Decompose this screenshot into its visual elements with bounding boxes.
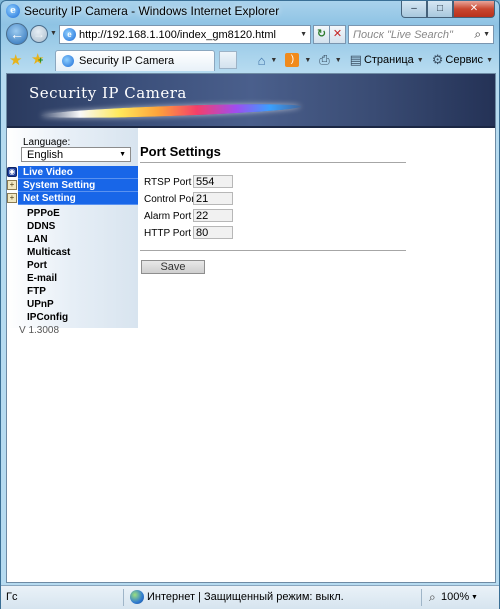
- language-value: English: [27, 148, 64, 161]
- url-dropdown-icon[interactable]: ▼: [300, 31, 307, 38]
- page-title: Port Settings: [140, 144, 221, 159]
- menu-live-video[interactable]: Live Video: [18, 166, 138, 179]
- tab-label: Security IP Camera: [79, 55, 175, 67]
- arrow-left-icon: ←: [10, 26, 24, 42]
- page-icon: ▤: [349, 52, 362, 67]
- tab-active[interactable]: Security IP Camera: [55, 50, 215, 71]
- nav-item-email[interactable]: E-mail: [27, 273, 57, 284]
- nav-item-pppoe[interactable]: PPPoE: [27, 208, 60, 219]
- brand-title: Security IP Camera: [29, 84, 187, 102]
- nav-item-port[interactable]: Port: [27, 260, 47, 271]
- http-port-input[interactable]: [193, 226, 233, 239]
- browser-window: e Security IP Camera - Windows Internet …: [0, 0, 500, 609]
- save-button[interactable]: Save: [141, 260, 205, 274]
- minimize-button[interactable]: –: [401, 1, 427, 18]
- refresh-button[interactable]: ↻: [313, 25, 330, 44]
- add-favorite-icon[interactable]: ★ +: [31, 50, 44, 68]
- address-field[interactable]: e http://192.168.1.100/index_gm8120.html…: [59, 25, 311, 44]
- address-row: ← → ▼ e http://192.168.1.100/index_gm812…: [1, 22, 499, 46]
- chevron-down-icon: ▼: [486, 56, 493, 64]
- chevron-down-icon: ▼: [119, 151, 126, 158]
- search-input[interactable]: [353, 28, 468, 41]
- header-banner: Security IP Camera: [7, 74, 495, 128]
- page-menu-label: Страница: [363, 54, 414, 66]
- title-divider: [140, 162, 406, 164]
- language-select[interactable]: English ▼: [21, 147, 131, 162]
- rss-icon: ): [285, 53, 300, 67]
- favorites-star-icon[interactable]: ★: [9, 51, 22, 69]
- control-port-input[interactable]: [193, 192, 233, 205]
- security-zone-text[interactable]: Интернет | Защищенный режим: выкл.: [147, 591, 344, 603]
- tools-menu-label: Сервис: [445, 54, 484, 66]
- search-icon[interactable]: ⌕: [474, 27, 481, 42]
- chevron-down-icon: ▼: [270, 56, 278, 64]
- page-viewport: Security IP Camera Language: English ▼ ◉…: [6, 73, 496, 583]
- status-divider: [123, 589, 124, 606]
- zoom-dropdown-icon[interactable]: ▼: [471, 594, 478, 601]
- command-icons: ⌂ ▼ ) ▼ ⎙ ▼ ▤ Страница ▼ ⚙ Сервис ▼: [250, 50, 493, 70]
- page-menu-button[interactable]: ▤ Страница ▼: [350, 52, 424, 68]
- back-button[interactable]: ←: [6, 23, 28, 45]
- tab-page-icon: [62, 55, 74, 67]
- title-bar: e Security IP Camera - Windows Internet …: [1, 1, 499, 21]
- status-bar: Гс Интернет | Защищенный режим: выкл. ⌕ …: [1, 585, 499, 609]
- search-dropdown-icon[interactable]: ▼: [483, 31, 490, 38]
- rainbow-swoosh-logo: [40, 101, 302, 121]
- zoom-icon[interactable]: ⌕: [429, 590, 436, 605]
- rtsp-port-input[interactable]: [193, 175, 233, 188]
- gear-icon: ⚙: [431, 52, 444, 67]
- page-icon: e: [63, 28, 76, 41]
- stop-button[interactable]: ✕: [329, 25, 346, 44]
- chevron-down-icon: ▼: [416, 56, 424, 64]
- nav-item-multicast[interactable]: Multicast: [27, 247, 70, 258]
- control-port-label: Control Port: [144, 194, 198, 205]
- ie-icon: e: [6, 4, 20, 18]
- maximize-button[interactable]: □: [427, 1, 453, 18]
- nav-item-ddns[interactable]: DDNS: [27, 221, 55, 232]
- http-port-label: HTTP Port: [144, 228, 192, 239]
- url-text[interactable]: http://192.168.1.100/index_gm8120.html: [79, 29, 276, 41]
- home-button[interactable]: ⌂ ▼: [258, 53, 278, 68]
- print-button[interactable]: ⎙ ▼: [319, 52, 341, 68]
- printer-icon: ⎙: [319, 52, 330, 67]
- nav-item-ipconfig[interactable]: IPConfig: [27, 312, 68, 323]
- chevron-down-icon: ▼: [334, 56, 342, 64]
- left-nav: Language: English ▼ ◉ Live Video + Syste…: [7, 128, 138, 328]
- status-text: Гс: [6, 591, 18, 603]
- form-divider: [140, 250, 406, 252]
- alarm-port-label: Alarm Port: [144, 211, 192, 222]
- globe-icon: [130, 590, 144, 604]
- chevron-down-icon: ▼: [304, 56, 312, 64]
- window-title: Security IP Camera - Windows Internet Ex…: [24, 4, 280, 18]
- search-box: ⌕ ▼: [348, 25, 494, 44]
- rtsp-port-label: RTSP Port: [144, 177, 192, 188]
- command-bar: ★ ★ + Security IP Camera ⌂ ▼ ) ▼ ⎙ ▼ ▤ Стран…: [1, 48, 499, 72]
- tools-menu-button[interactable]: ⚙ Сервис ▼: [432, 52, 493, 68]
- menu-system-setting[interactable]: System Setting: [18, 179, 138, 192]
- feeds-button[interactable]: ) ▼: [285, 53, 311, 67]
- forward-button[interactable]: →: [30, 25, 48, 43]
- nav-item-upnp[interactable]: UPnP: [27, 299, 54, 310]
- nav-item-lan[interactable]: LAN: [27, 234, 48, 245]
- zoom-level[interactable]: 100%: [441, 591, 469, 603]
- firmware-version: V 1.3008: [19, 325, 60, 336]
- arrow-right-icon: →: [33, 27, 45, 41]
- alarm-port-input[interactable]: [193, 209, 233, 222]
- collapse-minus-icon[interactable]: +: [7, 193, 17, 203]
- home-icon: ⌂: [257, 52, 266, 68]
- history-dropdown-icon[interactable]: ▼: [50, 30, 57, 37]
- new-tab-button[interactable]: [219, 51, 237, 69]
- status-divider: [421, 589, 422, 606]
- window-controls: – □ ✕: [401, 1, 495, 18]
- eye-icon: ◉: [7, 167, 17, 177]
- close-button[interactable]: ✕: [453, 1, 495, 18]
- expand-plus-icon[interactable]: +: [7, 180, 17, 190]
- menu-net-setting[interactable]: Net Setting: [18, 192, 138, 205]
- nav-item-ftp[interactable]: FTP: [27, 286, 46, 297]
